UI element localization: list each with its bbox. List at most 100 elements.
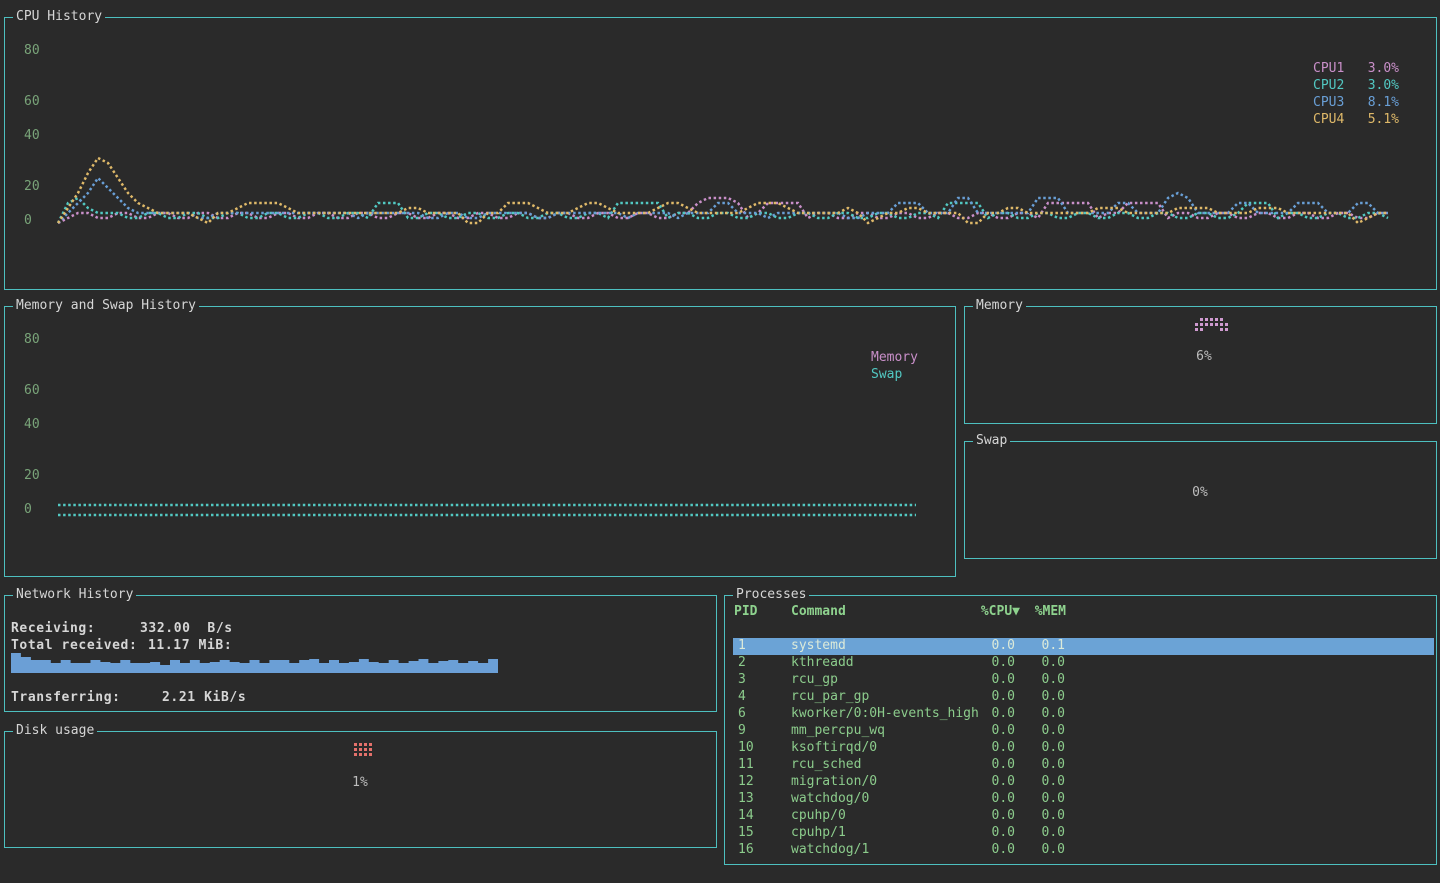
process-cell-command: watchdog/1 (791, 842, 869, 858)
memory-swap-history-panel: Memory and Swap History 806040200 Memory… (4, 306, 956, 577)
gauge-dot (1220, 323, 1223, 326)
gauge-dot (1220, 318, 1223, 321)
disk-usage-percent: 1% (340, 775, 380, 791)
process-cell-mem: 0.0 (1005, 791, 1065, 807)
receiving-value: 332.00 B/s (140, 621, 233, 637)
process-cell-mem: 0.0 (1005, 740, 1065, 756)
process-cell-command: mm_percpu_wq (791, 723, 885, 739)
transferring-label: Transferring: (11, 690, 121, 706)
cpu-history-chart (5, 18, 1436, 289)
process-cell-command: kworker/0:0H-events_high (791, 706, 979, 722)
process-cell-pid: 11 (738, 757, 754, 773)
receiving-label: Receiving: (11, 621, 95, 637)
process-cell-command: migration/0 (791, 774, 877, 790)
cpu-series-cpu3 (58, 178, 1388, 223)
process-column-header-mem[interactable]: %MEM (1006, 604, 1066, 620)
process-table-header: PIDCommand%CPU▼%MEM (725, 604, 1436, 620)
process-cell-mem: 0.0 (1005, 757, 1065, 773)
gauge-dot (354, 743, 357, 746)
gauge-dot (354, 753, 357, 756)
process-cell-command: rcu_sched (791, 757, 861, 773)
gauge-dot (1215, 323, 1218, 326)
gauge-dot (1225, 323, 1228, 326)
processes-panel: Processes PIDCommand%CPU▼%MEM 1systemd0.… (724, 595, 1437, 865)
gauge-dot (364, 753, 367, 756)
process-row-pid-2[interactable]: 2kthreadd0.00.0 (725, 655, 1436, 672)
network-history-title: Network History (13, 587, 136, 603)
total-received-label: Total received: (11, 638, 137, 654)
process-row-pid-14[interactable]: 14cpuhp/00.00.0 (725, 808, 1436, 825)
gauge-dot (359, 743, 362, 746)
gauge-dot (369, 748, 372, 751)
process-row-pid-13[interactable]: 13watchdog/00.00.0 (725, 791, 1436, 808)
process-row-pid-10[interactable]: 10ksoftirqd/00.00.0 (725, 740, 1436, 757)
total-received-value: 11.17 MiB: (148, 638, 232, 654)
disk-usage-title: Disk usage (13, 723, 97, 739)
process-cell-pid: 12 (738, 774, 754, 790)
process-row-pid-6[interactable]: 6kworker/0:0H-events_high0.00.0 (725, 706, 1436, 723)
process-cell-command: cpuhp/0 (791, 808, 846, 824)
swap-gauge-panel: Swap 0% (964, 441, 1437, 559)
transferring-value: 2.21 KiB/s (162, 690, 246, 706)
process-cell-mem: 0.0 (1005, 672, 1065, 688)
gauge-dot (1210, 318, 1213, 321)
process-cell-command: ksoftirqd/0 (791, 740, 877, 756)
system-monitor-tui: { "palette": { "background": "#2a2a2a", … (0, 0, 1440, 883)
process-cell-command: kthreadd (791, 655, 854, 671)
process-cell-pid: 13 (738, 791, 754, 807)
gauge-dot (354, 748, 357, 751)
gauge-dot (1220, 328, 1223, 331)
gauge-dot (1195, 328, 1198, 331)
memory-gauge-percent: 6% (1184, 349, 1224, 365)
process-row-pid-4[interactable]: 4rcu_par_gp0.00.0 (725, 689, 1436, 706)
gauge-dot (1200, 318, 1203, 321)
process-row-pid-9[interactable]: 9mm_percpu_wq0.00.0 (725, 723, 1436, 740)
network-receive-sparkline (11, 653, 498, 673)
memory-gauge-panel: Memory 6% (964, 306, 1437, 424)
processes-title: Processes (733, 587, 809, 603)
process-cell-pid: 15 (738, 825, 754, 841)
gauge-dot (1195, 323, 1198, 326)
process-row-pid-11[interactable]: 11rcu_sched0.00.0 (725, 757, 1436, 774)
gauge-dot (369, 743, 372, 746)
process-row-pid-3[interactable]: 3rcu_gp0.00.0 (725, 672, 1436, 689)
process-row-pid-16[interactable]: 16watchdog/10.00.0 (725, 842, 1436, 859)
process-cell-command: watchdog/0 (791, 791, 869, 807)
gauge-dot (359, 748, 362, 751)
disk-usage-panel: Disk usage 1% (4, 731, 717, 848)
network-history-panel: Network History Receiving: 332.00 B/s To… (4, 595, 717, 712)
process-column-header-command[interactable]: Command (791, 604, 846, 620)
process-cell-pid: 14 (738, 808, 754, 824)
cpu-history-panel: CPU History 806040200 CPU13.0%CPU23.0%CP… (4, 17, 1437, 290)
process-cell-pid: 4 (738, 689, 746, 705)
process-row-pid-15[interactable]: 15cpuhp/10.00.0 (725, 825, 1436, 842)
gauge-dot (1210, 323, 1213, 326)
process-cell-command: cpuhp/1 (791, 825, 846, 841)
process-row-pid-12[interactable]: 12migration/00.00.0 (725, 774, 1436, 791)
process-cell-mem: 0.0 (1005, 842, 1065, 858)
process-cell-pid: 1 (738, 638, 746, 654)
process-cell-pid: 16 (738, 842, 754, 858)
gauge-dot (1200, 323, 1203, 326)
process-cell-mem: 0.0 (1005, 723, 1065, 739)
memory-gauge-title: Memory (973, 298, 1026, 314)
process-cell-command: rcu_par_gp (791, 689, 869, 705)
process-cell-mem: 0.0 (1005, 706, 1065, 722)
gauge-dot (364, 743, 367, 746)
network-receive-area (11, 653, 498, 673)
process-row-pid-1[interactable]: 1systemd0.00.1 (725, 638, 1436, 655)
process-cell-command: rcu_gp (791, 672, 838, 688)
process-cell-pid: 9 (738, 723, 746, 739)
process-cell-mem: 0.0 (1005, 774, 1065, 790)
memory-swap-history-chart (5, 307, 955, 576)
gauge-dot (359, 753, 362, 756)
process-cell-mem: 0.0 (1005, 808, 1065, 824)
process-cell-pid: 2 (738, 655, 746, 671)
process-cell-mem: 0.1 (1005, 638, 1065, 654)
gauge-dot (1200, 328, 1203, 331)
process-cell-pid: 10 (738, 740, 754, 756)
swap-gauge-title: Swap (973, 433, 1010, 449)
swap-gauge-percent: 0% (1180, 485, 1220, 501)
process-column-header-pid[interactable]: PID (734, 604, 757, 620)
process-cell-pid: 3 (738, 672, 746, 688)
